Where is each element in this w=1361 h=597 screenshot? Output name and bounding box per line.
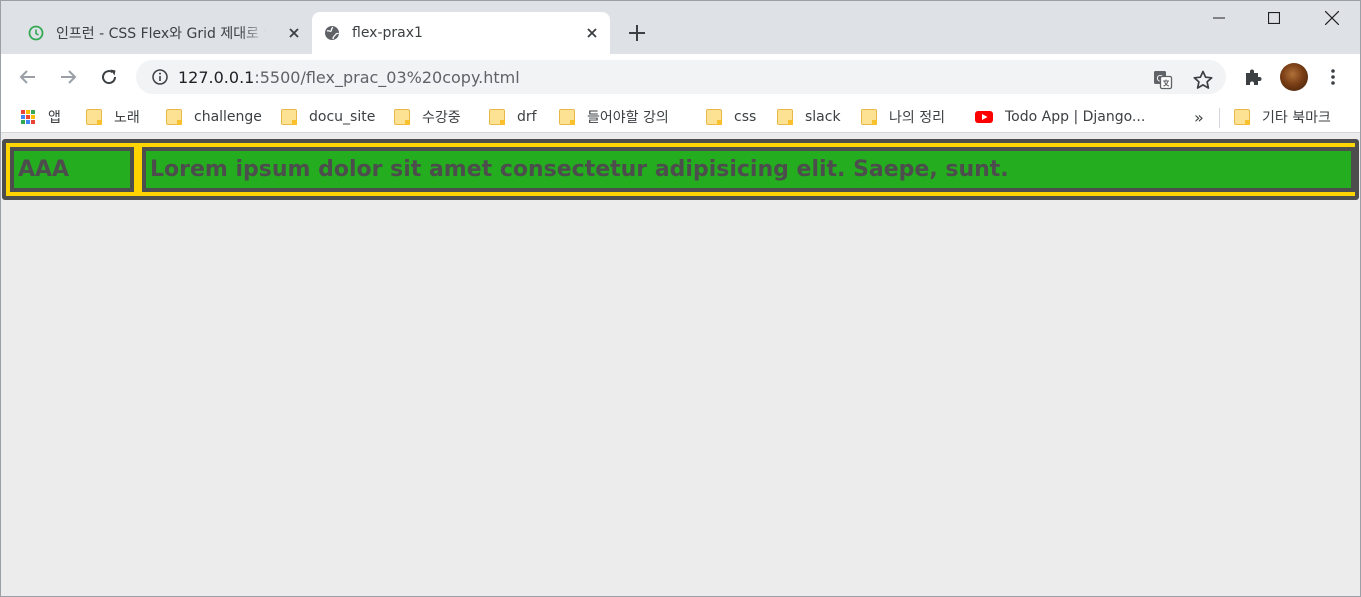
maximize-icon: [1268, 12, 1280, 24]
reload-button[interactable]: [95, 63, 123, 91]
browser-toolbar: 127.0.0.1:5500/flex_prac_03%20copy.html …: [0, 54, 1361, 100]
profile-avatar[interactable]: [1280, 63, 1308, 91]
folder-icon: [706, 109, 722, 125]
bookmark-label: 앱: [48, 110, 61, 126]
translate-icon[interactable]: G: [1152, 69, 1174, 91]
bookmark-folder[interactable]: slack: [777, 106, 841, 128]
bookmarks-divider: [1219, 108, 1220, 128]
arrow-left-icon: [19, 70, 35, 84]
bookmark-label: 들어야할 강의: [587, 110, 669, 126]
url-text: 127.0.0.1:5500/flex_prac_03%20copy.html: [178, 68, 520, 87]
info-icon[interactable]: [152, 69, 168, 85]
bookmark-folder[interactable]: 노래: [86, 106, 140, 128]
folder-icon: [559, 109, 575, 125]
bookmarks-bar: 앱 노래 challenge docu_site 수강중 drf 들어야할 강의…: [0, 100, 1361, 133]
minimize-icon: [1213, 17, 1225, 19]
globe-icon: [325, 26, 340, 40]
folder-icon: [1234, 109, 1250, 125]
page-viewport: AAA Lorem ipsum dolor sit amet consectet…: [1, 133, 1360, 596]
folder-icon: [489, 109, 505, 125]
folder-icon: [861, 109, 877, 125]
tab-flex-prax1[interactable]: flex-prax1: [312, 12, 610, 54]
tab-strip: 인프런 - CSS Flex와 Grid 제대로 익히기 flex-prax1: [0, 0, 1361, 54]
flex-container: AAA Lorem ipsum dolor sit amet consectet…: [2, 139, 1359, 200]
flex-item-lorem: Lorem ipsum dolor sit amet consectetur a…: [142, 147, 1355, 192]
bookmark-label: 노래: [114, 110, 140, 126]
puzzle-icon: [1246, 69, 1262, 85]
bookmark-label: slack: [805, 109, 841, 125]
bookmark-folder[interactable]: 들어야할 강의: [559, 106, 669, 128]
close-window-button[interactable]: [1309, 2, 1355, 34]
bookmark-label: css: [734, 109, 757, 125]
bookmark-folder[interactable]: challenge: [166, 106, 262, 128]
folder-icon: [777, 109, 793, 125]
bookmark-folder[interactable]: css: [706, 106, 756, 128]
other-bookmarks[interactable]: 기타 북마크: [1234, 106, 1331, 128]
bookmark-folder[interactable]: 나의 정리: [861, 106, 945, 128]
extensions-button[interactable]: [1241, 65, 1265, 89]
tab-title: 인프런 - CSS Flex와 Grid 제대로 익히기: [56, 26, 266, 42]
url-path: :5500/flex_prac_03%20copy.html: [254, 67, 520, 87]
bookmark-label: 수강중: [422, 110, 461, 126]
bookmark-folder[interactable]: docu_site: [281, 106, 375, 128]
bookmarks-overflow-button[interactable]: »: [1194, 108, 1204, 127]
folder-icon: [86, 109, 102, 125]
forward-button[interactable]: [54, 63, 82, 91]
reload-icon: [102, 69, 117, 85]
new-tab-plus-icon[interactable]: [624, 20, 650, 46]
bookmark-label: drf: [517, 109, 537, 125]
maximize-button[interactable]: [1251, 2, 1297, 34]
more-vert-icon: [1331, 69, 1335, 85]
close-icon[interactable]: [584, 25, 600, 41]
bookmark-label: challenge: [194, 109, 262, 125]
url-host: 127.0.0.1: [178, 67, 255, 87]
arrow-right-icon: [61, 70, 77, 84]
apps-grid-icon: [21, 110, 35, 124]
menu-button[interactable]: [1321, 65, 1345, 89]
tab-title: flex-prax1: [352, 25, 423, 41]
close-icon[interactable]: [286, 25, 302, 41]
bookmark-apps[interactable]: 앱: [20, 106, 61, 128]
folder-icon: [281, 109, 297, 125]
bookmark-youtube[interactable]: Todo App | Django...: [975, 106, 1145, 128]
inflearn-icon: [28, 25, 44, 41]
bookmark-folder[interactable]: drf: [489, 106, 537, 128]
bookmark-label: docu_site: [309, 109, 376, 125]
folder-icon: [166, 109, 182, 125]
flex-item-aaa: AAA: [10, 147, 134, 192]
star-icon[interactable]: [1192, 69, 1214, 91]
minimize-button[interactable]: [1196, 2, 1242, 34]
bookmark-label: 나의 정리: [889, 110, 945, 126]
back-button[interactable]: [14, 63, 42, 91]
bookmark-label: 기타 북마크: [1262, 110, 1331, 126]
youtube-icon: [975, 111, 993, 123]
tab-inflearn[interactable]: 인프런 - CSS Flex와 Grid 제대로 익히기: [16, 12, 312, 54]
folder-icon: [394, 109, 410, 125]
bookmark-label: Todo App | Django...: [1005, 109, 1146, 125]
close-window-icon: [1325, 11, 1339, 25]
bookmark-folder[interactable]: 수강중: [394, 106, 461, 128]
address-bar[interactable]: 127.0.0.1:5500/flex_prac_03%20copy.html …: [136, 60, 1226, 94]
